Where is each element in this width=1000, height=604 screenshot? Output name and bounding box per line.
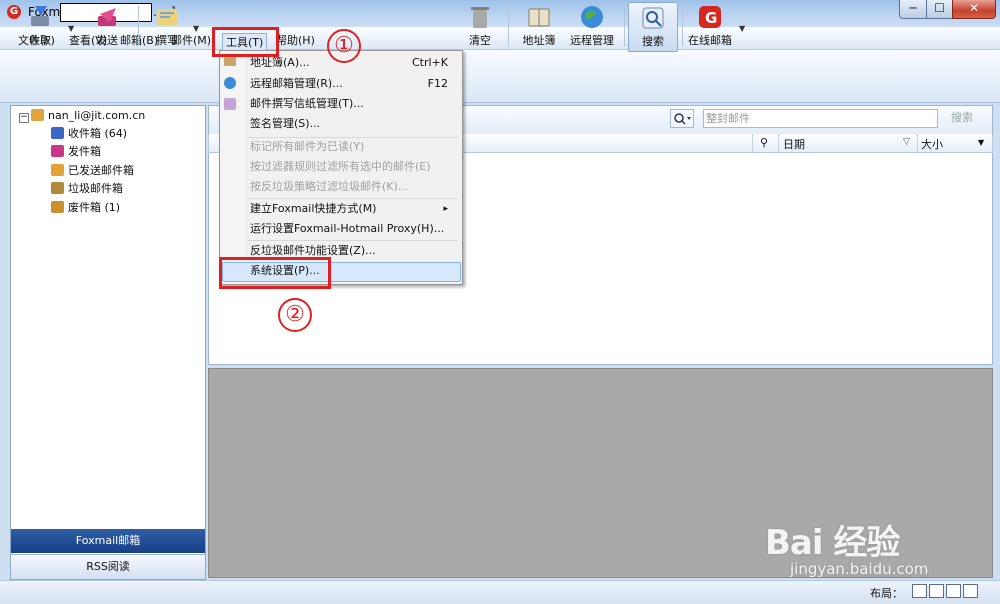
- receive-icon: [27, 4, 53, 30]
- search-scope-dropdown[interactable]: [670, 109, 694, 128]
- column-divider: [752, 134, 753, 152]
- empty-label: 清空: [469, 34, 491, 47]
- svg-text:G: G: [705, 9, 717, 27]
- search-icon: [640, 5, 666, 31]
- folder-trash[interactable]: 废件箱 (1): [51, 199, 120, 217]
- junk-icon: [51, 182, 64, 194]
- close-button[interactable]: ✕: [952, 0, 996, 19]
- address-book-icon: [526, 4, 552, 30]
- menu-item-mark-all-read: 标记所有邮件为已读(Y): [250, 140, 365, 153]
- column-divider: [778, 134, 779, 152]
- folder-label: 发件箱: [68, 145, 101, 158]
- send-button[interactable]: 发送: [84, 2, 130, 50]
- remote-manage-button[interactable]: 远程管理: [568, 2, 616, 50]
- search-toolbar-label: 搜索: [642, 35, 664, 48]
- send-label: 发送: [96, 34, 118, 47]
- folder-label: 收件箱: [68, 127, 101, 140]
- folder-inbox[interactable]: 收件箱 (64): [51, 125, 127, 143]
- menu-item-stationery[interactable]: 邮件撰写信纸管理(T)...: [250, 94, 364, 114]
- compose-icon: [154, 4, 180, 30]
- step-2-marker: ②: [278, 298, 312, 332]
- search-button[interactable]: 搜索: [940, 108, 984, 128]
- attachment-column-icon[interactable]: ⚲: [760, 136, 768, 149]
- online-mail-label: 在线邮箱: [688, 34, 732, 47]
- menu-help[interactable]: 帮助(H): [273, 32, 318, 48]
- online-mail-dropdown-arrow-icon[interactable]: ▼: [739, 24, 745, 33]
- globe-icon: [579, 4, 605, 30]
- folder-label: 废件箱: [68, 201, 101, 214]
- toolbar-separator: [682, 6, 683, 46]
- column-size[interactable]: 大小: [921, 136, 943, 152]
- toolbar: [0, 50, 1000, 103]
- submenu-arrow-icon: ▸: [443, 204, 448, 214]
- compose-dropdown-arrow-icon[interactable]: ▼: [193, 24, 199, 33]
- shortcut-label: F12: [427, 77, 448, 90]
- account-node[interactable]: nan_li@jit.com.cn: [31, 107, 145, 125]
- nav-foxmail-mailbox[interactable]: Foxmail邮箱: [11, 529, 205, 553]
- sent-icon: [51, 164, 64, 176]
- toolbar-separator: [138, 6, 139, 46]
- compose-label: 撰写: [156, 34, 178, 47]
- menu-item-filter-selected: 按过滤器规则过滤所有选中的邮件(E): [250, 160, 431, 173]
- menu-item-create-shortcut[interactable]: 建立Foxmail快捷方式(M): [250, 199, 376, 219]
- menu-item-signature[interactable]: 签名管理(S)...: [250, 114, 320, 134]
- sort-desc-icon: ▽: [903, 137, 910, 147]
- column-menu-arrow-icon[interactable]: ▼: [978, 138, 984, 147]
- trash-icon: [51, 201, 64, 213]
- highlight-box-tools-menu: [212, 27, 279, 57]
- compose-button[interactable]: 撰写: [144, 2, 190, 50]
- nav-rss-reader[interactable]: RSS阅读: [11, 554, 205, 579]
- folder-label: 垃圾邮件箱: [68, 182, 123, 195]
- folder-panel: − nan_li@jit.com.cn 收件箱 (64) 发件箱 已发送邮件箱 …: [10, 105, 206, 580]
- column-divider: [917, 134, 918, 152]
- address-book-label: 地址簿: [522, 34, 556, 47]
- foxmail-logo-icon: G: [697, 4, 723, 30]
- folder-label: 已发送邮件箱: [68, 164, 134, 177]
- receive-dropdown-arrow-icon[interactable]: ▼: [68, 24, 74, 33]
- online-mail-button[interactable]: G 在线邮箱: [686, 2, 734, 50]
- maximize-button[interactable]: ☐: [926, 0, 953, 19]
- address-book-button[interactable]: 地址簿: [518, 2, 560, 50]
- menu-item-antispam-filter: 按反垃圾策略过滤垃圾邮件(K)...: [250, 180, 409, 193]
- menu-item-remote-mailbox[interactable]: 远程邮箱管理(R)...: [250, 74, 343, 94]
- empty-button[interactable]: 清空: [462, 2, 498, 50]
- minimize-button[interactable]: ─: [899, 0, 927, 19]
- layout-3-icon[interactable]: [946, 584, 961, 598]
- toolbar-separator: [624, 6, 625, 46]
- globe-icon: [224, 77, 236, 89]
- layout-4-icon[interactable]: [963, 584, 978, 598]
- layout-2-icon[interactable]: [929, 584, 944, 598]
- inbox-icon: [51, 127, 64, 139]
- folder-count: (64): [104, 127, 128, 140]
- toolbar-separator: [508, 6, 509, 46]
- layout-1-icon[interactable]: [912, 584, 927, 598]
- search-toolbar-button[interactable]: 搜索: [628, 2, 678, 52]
- account-label: nan_li@jit.com.cn: [48, 109, 146, 122]
- collapse-icon[interactable]: −: [19, 113, 29, 123]
- layout-label: 布局：: [870, 587, 903, 600]
- send-icon: [94, 4, 120, 30]
- folder-sent[interactable]: 已发送邮件箱: [51, 162, 134, 180]
- receive-label: 收取: [29, 34, 51, 47]
- receive-button[interactable]: 收取: [17, 2, 63, 50]
- account-icon: [31, 109, 44, 121]
- baidu-watermark: Bai 经验: [765, 523, 900, 563]
- baidu-watermark-url: jingyan.baidu.com: [790, 560, 929, 578]
- highlight-box-system-settings: [219, 257, 331, 289]
- shortcut-label: Ctrl+K: [411, 56, 448, 69]
- remote-manage-label: 远程管理: [570, 34, 614, 47]
- search-input[interactable]: 整封邮件: [703, 109, 938, 128]
- folder-outbox[interactable]: 发件箱: [51, 143, 101, 161]
- menu-item-hotmail-proxy[interactable]: 运行设置Foxmail-Hotmail Proxy(H)...: [250, 219, 444, 239]
- outbox-icon: [51, 145, 64, 157]
- folder-junk[interactable]: 垃圾邮件箱: [51, 180, 123, 198]
- trash-bin-icon: [467, 4, 493, 30]
- column-date[interactable]: 日期: [783, 136, 805, 152]
- address-book-icon: [224, 56, 236, 66]
- stationery-icon: [224, 98, 236, 110]
- folder-count: (1): [104, 201, 121, 214]
- step-1-marker: ①: [327, 29, 361, 63]
- tools-dropdown-menu: 地址簿(A)... Ctrl+K 远程邮箱管理(R)... F12 邮件撰写信纸…: [219, 50, 463, 285]
- status-bar: [0, 580, 1000, 604]
